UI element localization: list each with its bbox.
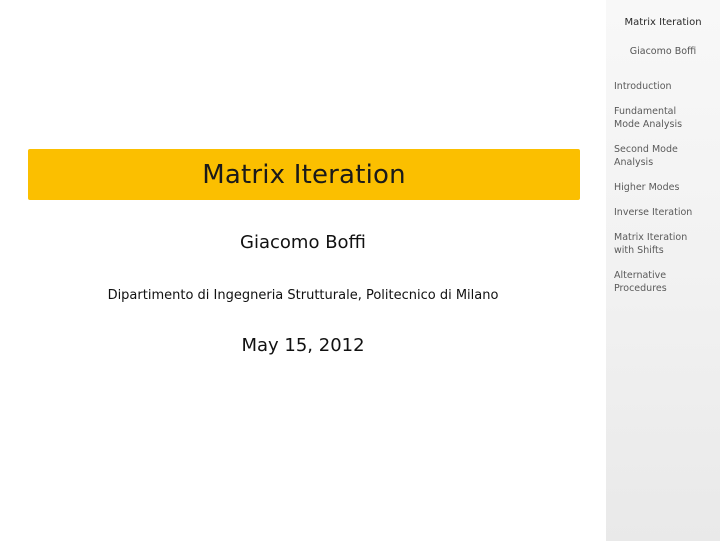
sidebar-item-higher-modes[interactable]: Higher Modes (614, 182, 718, 195)
presentation-date: May 15, 2012 (241, 335, 365, 356)
sidebar-item-inverse-iteration[interactable]: Inverse Iteration (614, 207, 718, 220)
sidebar-item-introduction[interactable]: Introduction (614, 81, 718, 94)
sidebar: Matrix Iteration Giacomo Boffi Introduct… (606, 0, 720, 541)
sidebar-author[interactable]: Giacomo Boffi (606, 46, 720, 57)
sidebar-item-label: Inverse Iteration (614, 206, 693, 218)
sidebar-item-label: Higher Modes (614, 181, 680, 193)
sidebar-item-label: Alternative (614, 269, 667, 281)
sidebar-item-matrix-iteration-with-shifts[interactable]: Matrix Iteration with Shifts (614, 232, 718, 257)
sidebar-item-label: Introduction (614, 81, 672, 92)
sidebar-item-label-line2: Mode Analysis (614, 118, 683, 130)
sidebar-item-label: Second Mode (614, 143, 678, 155)
sidebar-item-label-line2: with Shifts (614, 244, 664, 256)
sidebar-nav: Introduction Fundamental Mode Analysis S… (614, 81, 718, 308)
title-bar: Matrix Iteration (28, 149, 580, 200)
slide-title: Matrix Iteration (202, 159, 406, 190)
sidebar-item-fundamental-mode-analysis[interactable]: Fundamental Mode Analysis (614, 106, 718, 131)
sidebar-item-label: Matrix Iteration (614, 232, 688, 244)
sidebar-item-label-line2: Analysis (614, 156, 654, 168)
slide-content: Matrix Iteration Giacomo Boffi Dipartime… (0, 0, 606, 541)
sidebar-item-alternative-procedures[interactable]: Alternative Procedures (614, 270, 718, 295)
author-name: Giacomo Boffi (240, 232, 366, 253)
sidebar-title[interactable]: Matrix Iteration (606, 17, 720, 28)
sidebar-item-label-line2: Procedures (614, 282, 667, 294)
affiliation: Dipartimento di Ingegneria Strutturale, … (107, 288, 499, 303)
sidebar-item-label: Fundamental (614, 106, 677, 118)
sidebar-item-second-mode-analysis[interactable]: Second Mode Analysis (614, 144, 718, 169)
